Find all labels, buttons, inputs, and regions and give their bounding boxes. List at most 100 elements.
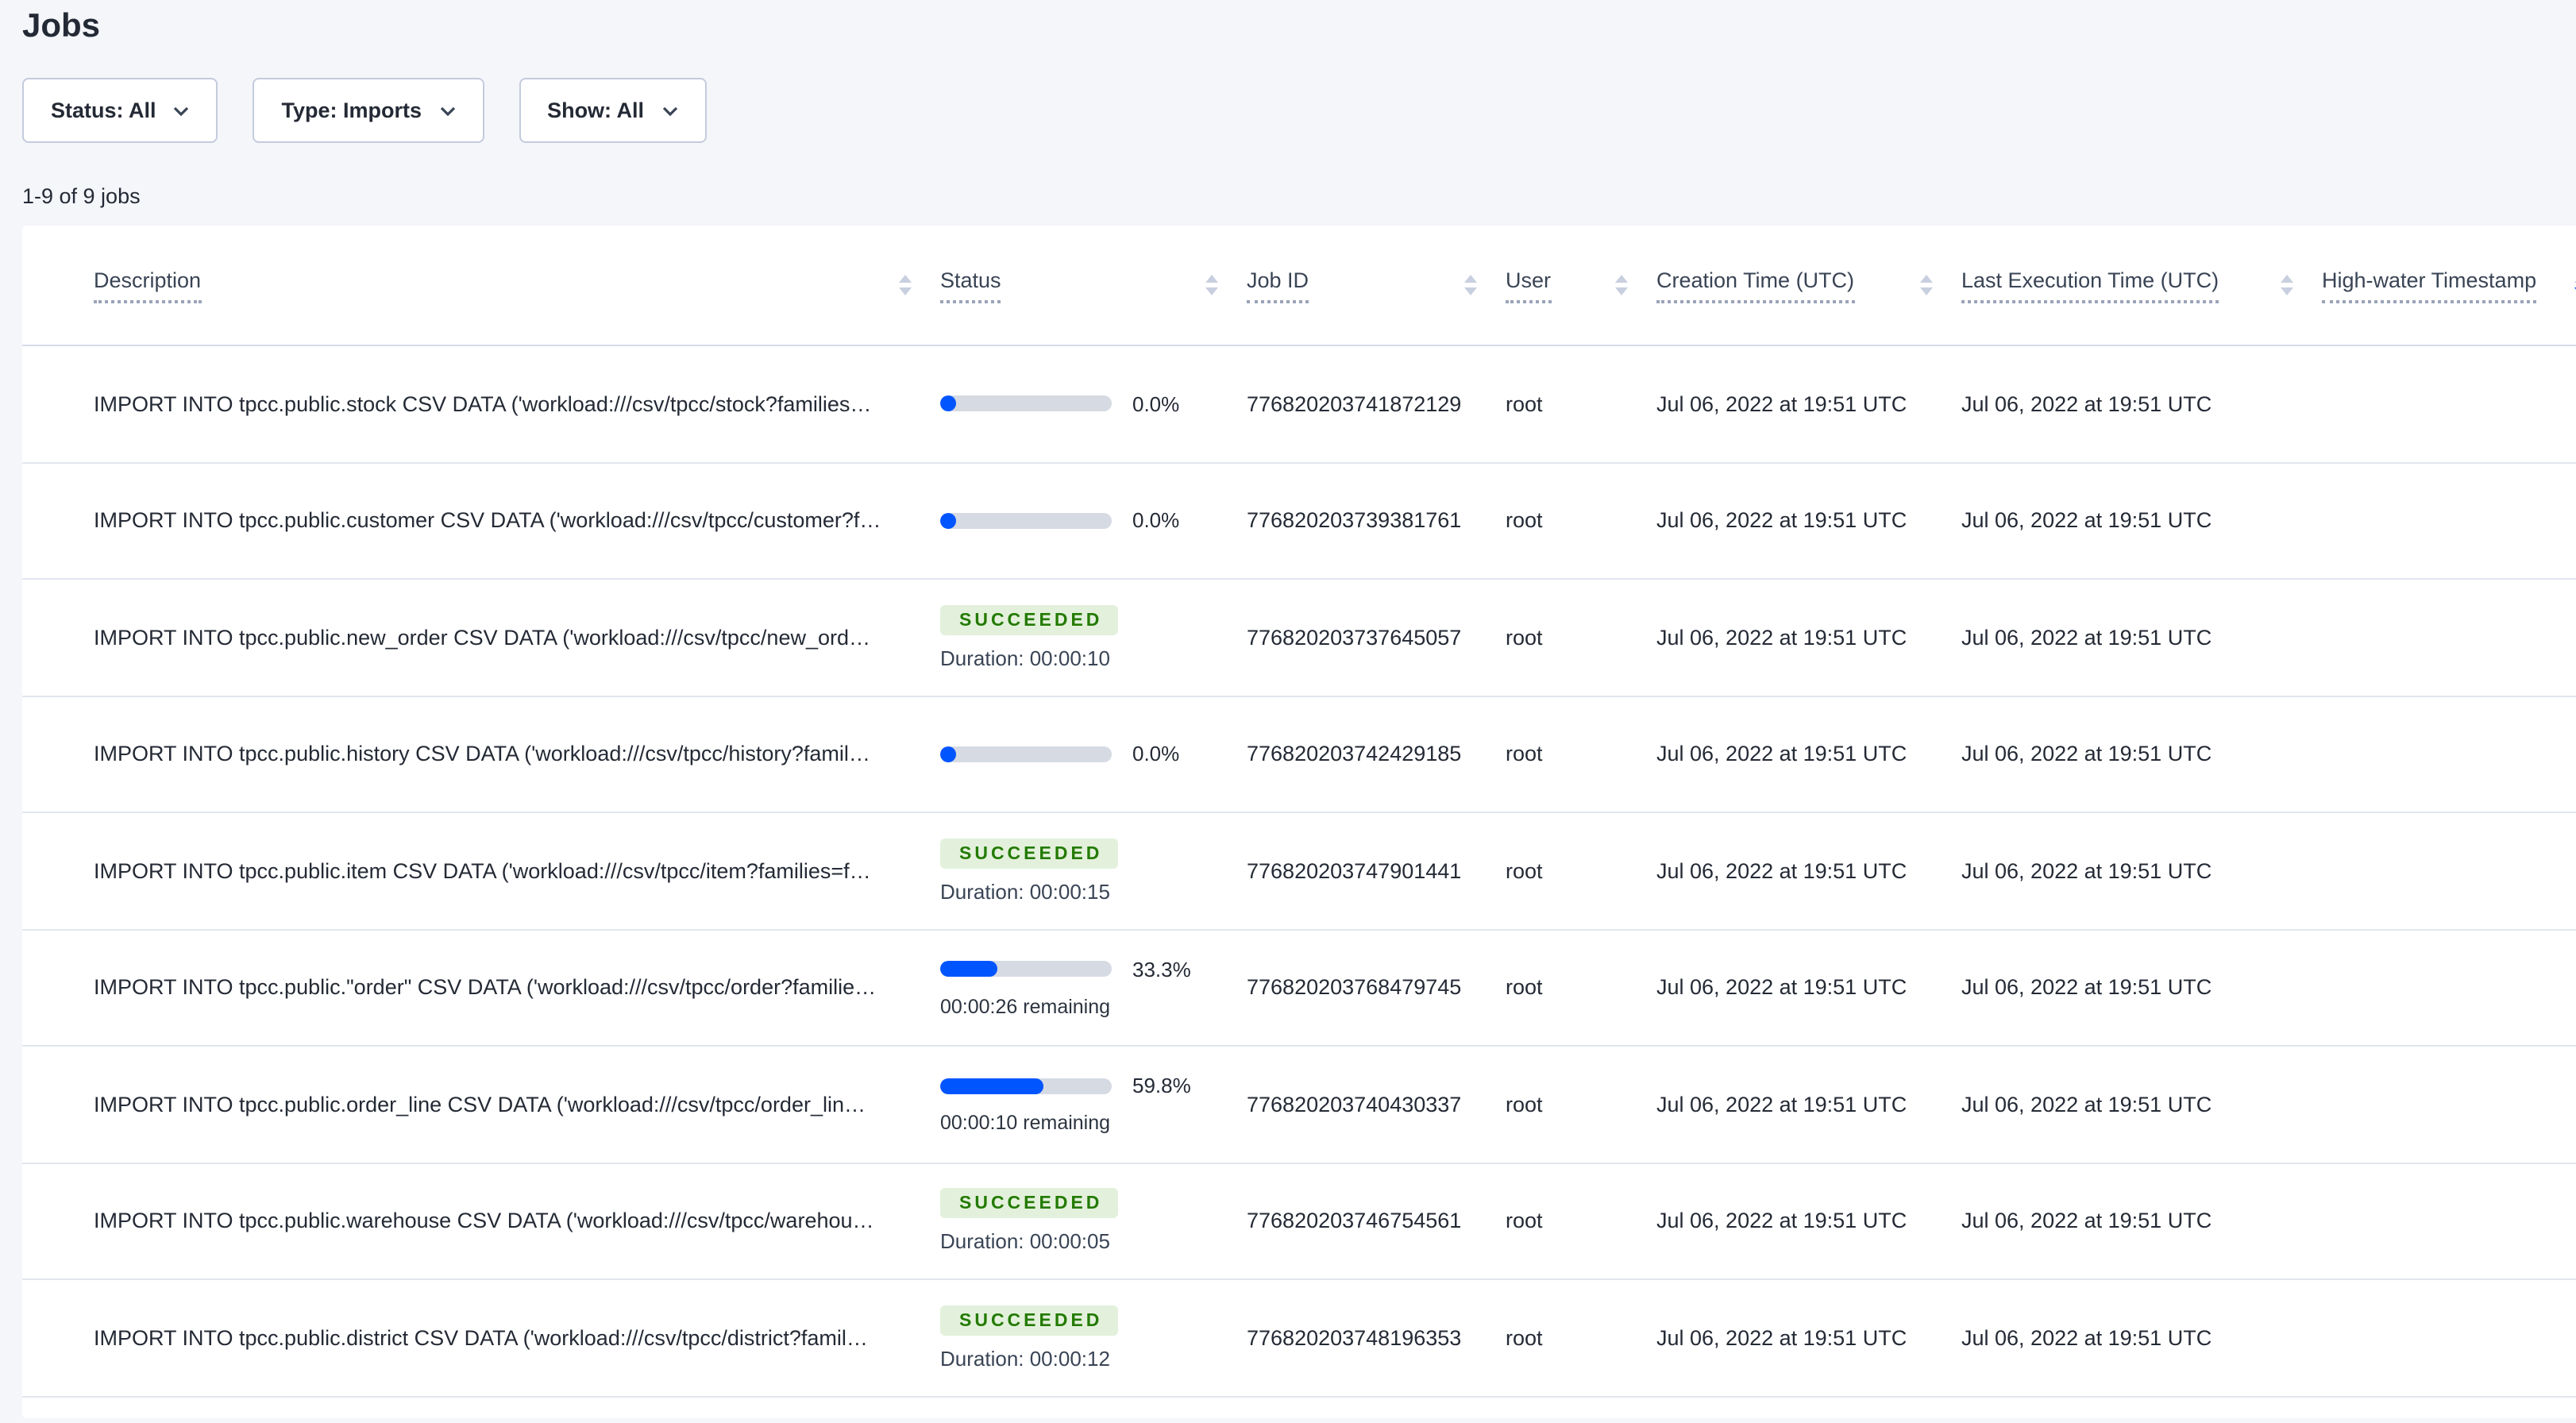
jobs-table: Description Status Job ID User Creation … — [22, 226, 2576, 1417]
job-id-cell: 776820203747901441 — [1247, 858, 1462, 883]
job-status-cell: 0.0% — [940, 392, 1247, 416]
sort-control[interactable] — [1205, 275, 1218, 295]
progress-bar — [940, 512, 1112, 529]
status-badge-succeeded: SUCCEEDED — [940, 1305, 1119, 1336]
last-execution-time-cell: Jul 06, 2022 at 19:51 UTC — [1961, 975, 2212, 1000]
column-header-last-execution-time[interactable]: Last Execution Time (UTC) — [1961, 226, 2322, 345]
progress-bar — [940, 1078, 1112, 1094]
column-header-status[interactable]: Status — [940, 226, 1247, 345]
time-remaining: 00:00:10 remaining — [940, 1112, 1111, 1135]
progress-bar-fill — [940, 395, 956, 412]
filter-bar: Status: All Type: Imports Show: All — [22, 78, 707, 143]
sort-asc-icon — [1464, 275, 1477, 283]
last-execution-time-cell: Jul 06, 2022 at 19:51 UTC — [1961, 858, 2212, 883]
job-description-link[interactable]: IMPORT INTO tpcc.public.new_order CSV DA… — [94, 626, 940, 650]
progress-percent: 0.0% — [1132, 508, 1180, 533]
table-row: IMPORT INTO tpcc.public.history CSV DATA… — [22, 696, 2576, 813]
creation-time-cell: Jul 06, 2022 at 19:51 UTC — [1656, 1325, 1907, 1350]
sort-asc-icon — [1920, 275, 1933, 283]
job-id-cell: 776820203739381761 — [1247, 508, 1462, 533]
jobs-page: Jobs Status: All Type: Imports Show: All… — [0, 0, 2576, 1423]
sort-control[interactable] — [899, 275, 912, 295]
progress-percent: 0.0% — [1132, 742, 1180, 766]
progress-percent: 59.8% — [1132, 1074, 1191, 1098]
job-description-link[interactable]: IMPORT INTO tpcc.public.warehouse CSV DA… — [94, 1209, 940, 1233]
table-row: IMPORT INTO tpcc.public.district CSV DAT… — [22, 1280, 2576, 1397]
table-row: IMPORT INTO tpcc.public."order" CSV DATA… — [22, 930, 2576, 1047]
last-execution-time-cell: Jul 06, 2022 at 19:51 UTC — [1961, 1209, 2212, 1233]
type-filter-dropdown[interactable]: Type: Imports — [253, 78, 484, 143]
job-status-cell: SUCCEEDED Duration: 00:00:05 — [940, 1188, 1247, 1254]
job-duration: Duration: 00:00:05 — [940, 1229, 1110, 1254]
job-description-link[interactable]: IMPORT INTO tpcc.public.customer CSV DAT… — [94, 509, 940, 533]
status-filter-dropdown[interactable]: Status: All — [22, 78, 218, 143]
job-status-cell: SUCCEEDED Duration: 00:00:12 — [940, 1305, 1247, 1371]
progress-bar-fill — [940, 512, 956, 529]
sort-asc-icon — [899, 275, 912, 283]
progress-bar — [940, 395, 1112, 412]
job-description-link[interactable]: IMPORT INTO tpcc.public.order_line CSV D… — [94, 1093, 940, 1116]
user-cell: root — [1506, 1209, 1543, 1233]
status-badge-succeeded: SUCCEEDED — [940, 604, 1119, 635]
job-status-cell: 0.0% — [940, 742, 1247, 766]
status-filter-label: Status: All — [51, 98, 156, 122]
sort-asc-icon — [2281, 275, 2293, 283]
table-row: IMPORT INTO tpcc.public.warehouse CSV DA… — [22, 1163, 2576, 1280]
column-header-high-water-timestamp[interactable]: High-water Timestamp — [2322, 226, 2576, 345]
progress-bar-fill — [940, 746, 956, 762]
column-header-job-id[interactable]: Job ID — [1247, 226, 1506, 345]
table-header-row: Description Status Job ID User Creation … — [22, 226, 2576, 346]
progress-bar-fill — [940, 1078, 1043, 1094]
last-execution-time-cell: Jul 06, 2022 at 19:51 UTC — [1961, 391, 2212, 416]
column-header-user[interactable]: User — [1506, 226, 1656, 345]
user-cell: root — [1506, 625, 1543, 650]
job-description-link[interactable]: IMPORT INTO tpcc.public.history CSV DATA… — [94, 742, 940, 766]
job-id-cell: 776820203748196353 — [1247, 1325, 1462, 1350]
job-description-link[interactable]: IMPORT INTO tpcc.public.item CSV DATA ('… — [94, 859, 940, 883]
sort-desc-icon — [1464, 287, 1477, 295]
chevron-down-icon — [439, 106, 455, 116]
last-execution-time-cell: Jul 06, 2022 at 19:51 UTC — [1961, 1325, 2212, 1350]
job-id-cell: 776820203737645057 — [1247, 625, 1462, 650]
sort-desc-icon — [2281, 287, 2293, 295]
job-status-cell: SUCCEEDED Duration: 00:00:15 — [940, 838, 1247, 904]
chevron-down-icon — [661, 106, 677, 116]
job-description-link[interactable]: IMPORT INTO tpcc.public.district CSV DAT… — [94, 1326, 940, 1350]
time-remaining: 00:00:26 remaining — [940, 995, 1111, 1018]
show-filter-dropdown[interactable]: Show: All — [519, 78, 707, 143]
progress-percent: 33.3% — [1132, 957, 1191, 981]
job-description-link[interactable]: IMPORT INTO tpcc.public.stock CSV DATA (… — [94, 392, 940, 416]
job-duration: Duration: 00:00:12 — [940, 1346, 1110, 1371]
user-cell: root — [1506, 391, 1543, 416]
job-id-cell: 776820203768479745 — [1247, 975, 1462, 1000]
table-row: IMPORT INTO tpcc.public.new_order CSV DA… — [22, 580, 2576, 696]
creation-time-cell: Jul 06, 2022 at 19:51 UTC — [1656, 742, 1907, 766]
chevron-down-icon — [174, 106, 190, 116]
creation-time-cell: Jul 06, 2022 at 19:51 UTC — [1656, 391, 1907, 416]
creation-time-cell: Jul 06, 2022 at 19:51 UTC — [1656, 975, 1907, 1000]
sort-control[interactable] — [1464, 275, 1477, 295]
column-header-description[interactable]: Description — [94, 226, 940, 345]
type-filter-label: Type: Imports — [281, 98, 422, 122]
table-row: IMPORT INTO tpcc.public.item CSV DATA ('… — [22, 813, 2576, 930]
sort-desc-icon — [1205, 287, 1218, 295]
sort-desc-icon — [1920, 287, 1933, 295]
job-id-cell: 776820203740430337 — [1247, 1092, 1462, 1116]
job-status-cell: 33.3% 00:00:26 remaining — [940, 958, 1247, 1018]
progress-bar — [940, 961, 1112, 978]
table-row: IMPORT INTO tpcc.public.order_line CSV D… — [22, 1047, 2576, 1163]
job-description-link[interactable]: IMPORT INTO tpcc.public."order" CSV DATA… — [94, 976, 940, 1000]
sort-control[interactable] — [1920, 275, 1933, 295]
results-count: 1-9 of 9 jobs — [22, 184, 141, 208]
creation-time-cell: Jul 06, 2022 at 19:51 UTC — [1656, 625, 1907, 650]
sort-control[interactable] — [1615, 275, 1628, 295]
creation-time-cell: Jul 06, 2022 at 19:51 UTC — [1656, 858, 1907, 883]
sort-asc-icon — [1205, 275, 1218, 283]
sort-control[interactable] — [2281, 275, 2293, 295]
column-header-creation-time[interactable]: Creation Time (UTC) — [1656, 226, 1961, 345]
job-status-cell: SUCCEEDED Duration: 00:00:10 — [940, 604, 1247, 670]
job-id-cell: 776820203742429185 — [1247, 742, 1462, 766]
user-cell: root — [1506, 1092, 1543, 1116]
creation-time-cell: Jul 06, 2022 at 19:51 UTC — [1656, 508, 1907, 533]
table-row: IMPORT INTO tpcc.public.stock CSV DATA (… — [22, 346, 2576, 463]
